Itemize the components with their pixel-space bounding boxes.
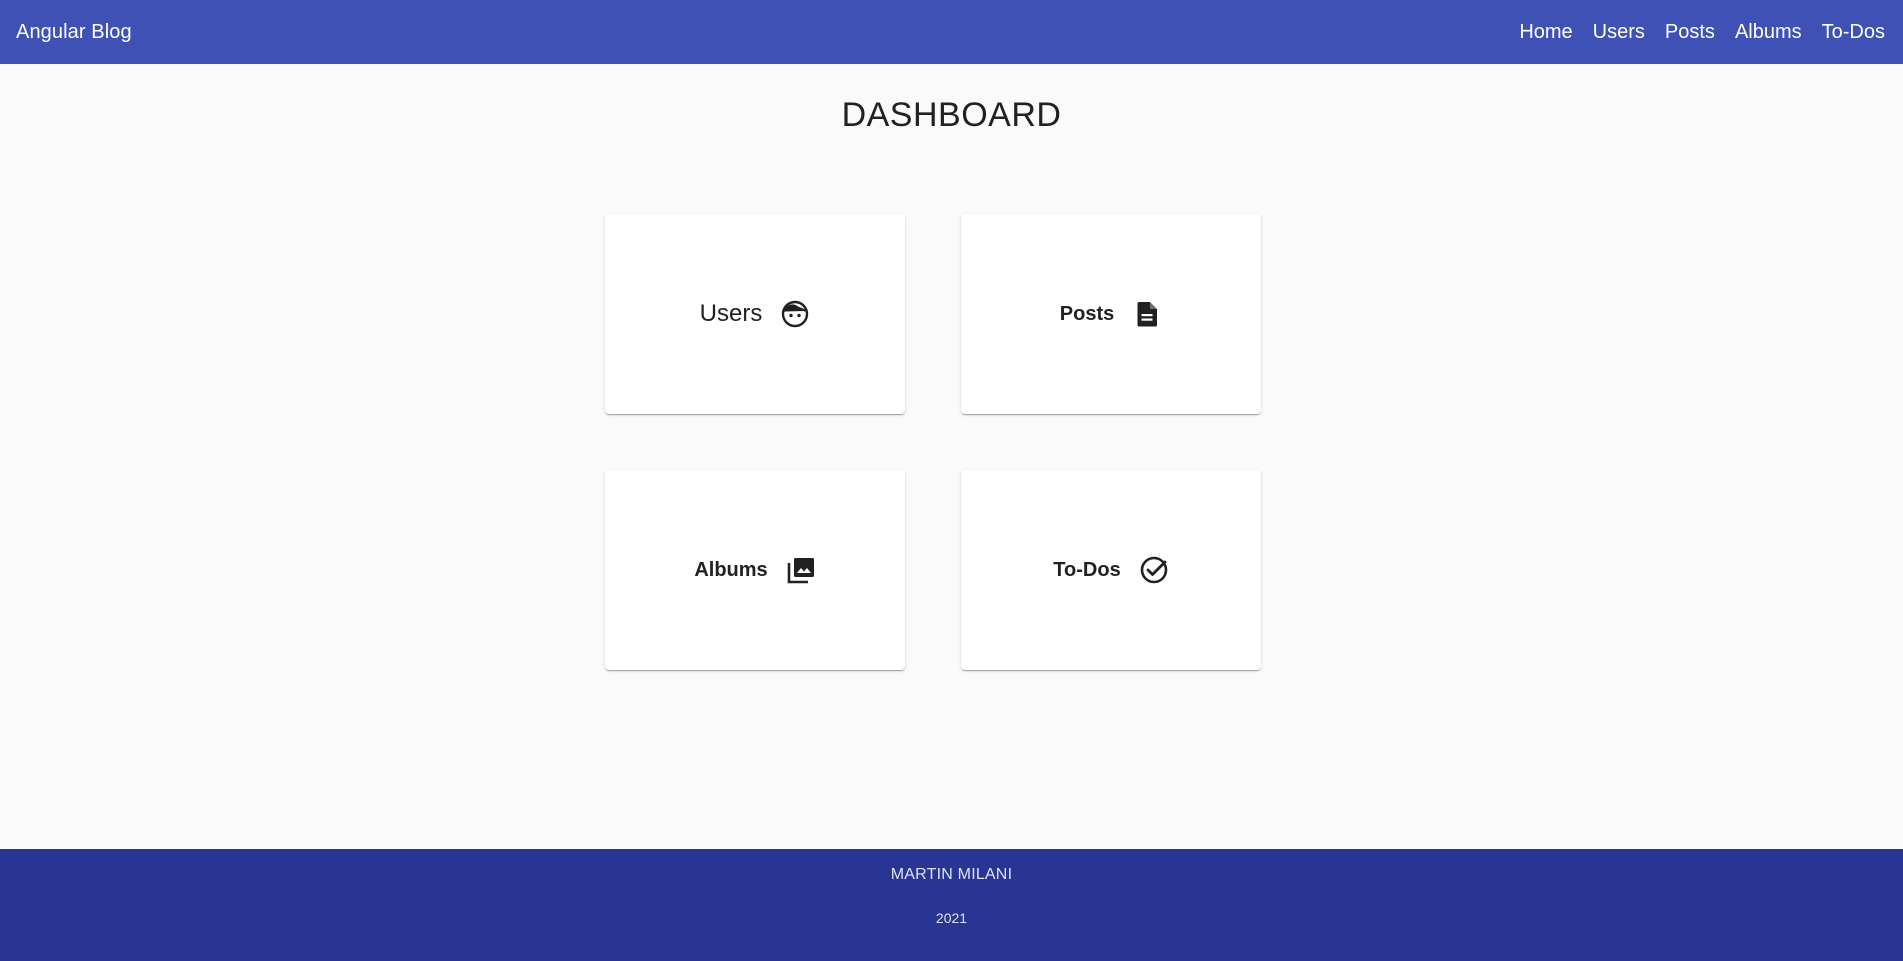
face-icon (780, 299, 810, 329)
nav-posts-link[interactable]: Posts (1665, 21, 1715, 44)
nav-albums-link[interactable]: Albums (1735, 21, 1802, 44)
nav-home-link[interactable]: Home (1519, 21, 1572, 44)
footer-year: 2021 (935, 910, 968, 926)
check-circle-icon (1139, 555, 1169, 585)
albums-card[interactable]: Albums (605, 470, 905, 670)
nav-users-link[interactable]: Users (1593, 21, 1645, 44)
top-toolbar: Angular Blog Home Users Posts Albums To-… (0, 0, 1903, 64)
todos-card[interactable]: To-Dos (961, 470, 1261, 670)
albums-card-label: Albums (694, 558, 768, 581)
nav-todos-link[interactable]: To-Dos (1822, 21, 1885, 44)
posts-card[interactable]: Posts (961, 214, 1261, 414)
todos-card-label: To-Dos (1053, 558, 1121, 581)
description-icon (1132, 299, 1162, 329)
brand-title[interactable]: Angular Blog (16, 21, 132, 44)
photo-library-icon (786, 555, 816, 585)
footer: MARTIN MILANI 2021 (0, 849, 1903, 961)
main-nav: Home Users Posts Albums To-Dos (1519, 21, 1885, 44)
users-card[interactable]: Users (605, 214, 905, 414)
users-card-label: Users (699, 300, 763, 327)
footer-author: MARTIN MILANI (890, 866, 1013, 883)
posts-card-label: Posts (1059, 302, 1115, 325)
page-title: DASHBOARD (841, 96, 1062, 134)
